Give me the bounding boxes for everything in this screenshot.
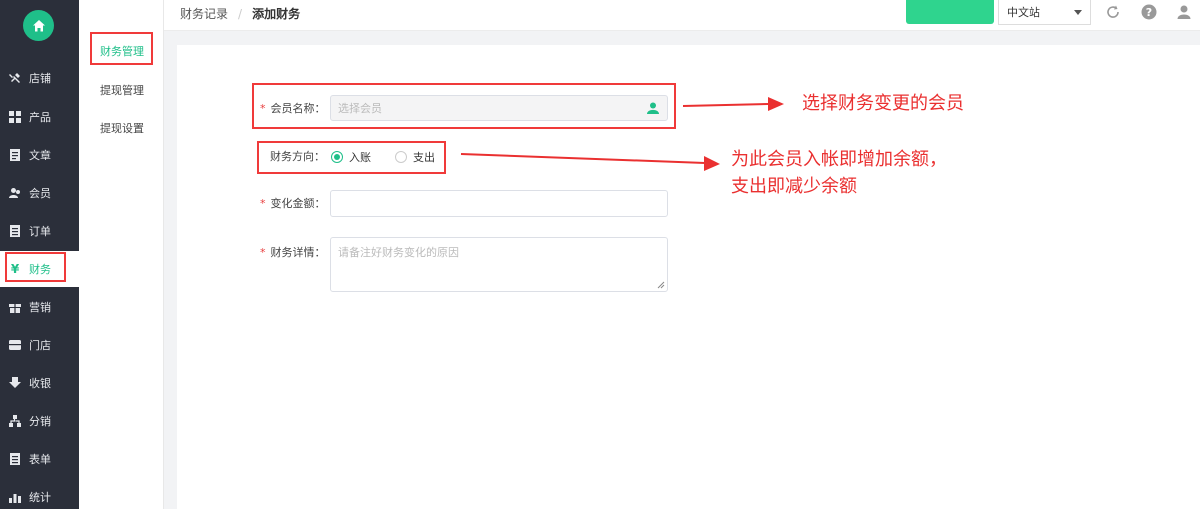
annotation-arrows: [460, 97, 784, 171]
arrow-member-head: [768, 97, 784, 111]
annotation-member-text: 选择财务变更的会员: [802, 93, 964, 114]
annotation-direction-text-line2: 支出即减少余额: [731, 176, 857, 197]
arrow-direction-head: [704, 156, 720, 171]
arrow-member: [682, 103, 769, 107]
arrow-direction: [460, 153, 706, 164]
annotation-direction-text-line1: 为此会员入帐即增加余额，: [731, 149, 947, 170]
